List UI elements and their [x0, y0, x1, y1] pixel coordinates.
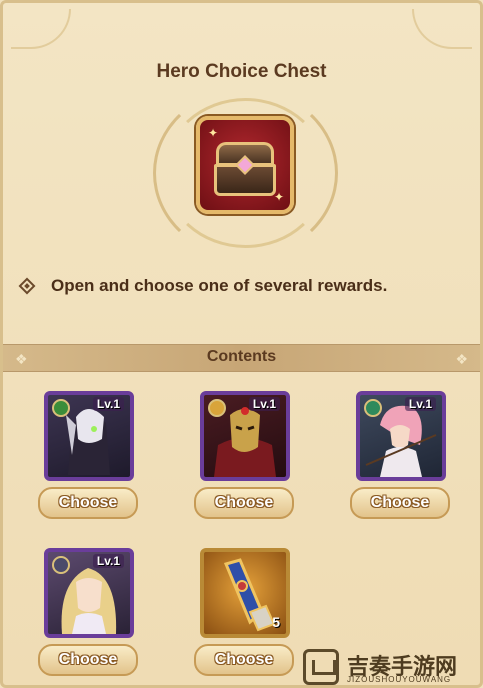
hero-portrait-4[interactable]: Lv.1: [44, 548, 134, 638]
choose-button[interactable]: Choose: [194, 487, 294, 519]
watermark-en: JIZOUSHOUYOUWANG: [347, 675, 452, 684]
level-badge: Lv.1: [92, 554, 124, 568]
level-badge: Lv.1: [404, 397, 436, 411]
hero-portrait-1[interactable]: Lv.1: [44, 391, 134, 481]
dialog-title: Hero Choice Chest: [156, 61, 327, 82]
choose-button[interactable]: Choose: [38, 644, 138, 676]
corner-ornament-right: [412, 9, 472, 49]
corner-ornament-left: [11, 9, 71, 49]
forest-icon: [52, 399, 70, 417]
hero-choice-chest-dialog: Hero Choice Chest ✦ ✦ Open and choose on…: [0, 0, 483, 688]
level-badge: Lv.1: [248, 397, 280, 411]
item-count: 5: [272, 614, 280, 630]
contents-label: Contents: [206, 348, 277, 365]
chest-icon: ✦ ✦: [196, 116, 294, 214]
hero-portrait-2[interactable]: Lv.1: [200, 391, 290, 481]
sun-icon: [208, 399, 226, 417]
equipment-slot[interactable]: 5: [200, 548, 290, 638]
description-row: Open and choose one of several rewards.: [18, 276, 388, 296]
choose-button[interactable]: Choose: [350, 487, 450, 519]
hero-portrait-3[interactable]: Lv.1: [356, 391, 446, 481]
star-icon: [52, 556, 70, 574]
description-text: Open and choose one of several rewards.: [51, 276, 388, 295]
choose-button[interactable]: Choose: [194, 644, 294, 676]
site-watermark: 吉奏手游网 JIZOUSHOUYOUWANG: [303, 645, 480, 685]
level-badge: Lv.1: [92, 397, 124, 411]
choose-button[interactable]: Choose: [38, 487, 138, 519]
diamond-bullet-icon: [18, 277, 36, 295]
leaf-icon: [364, 399, 382, 417]
watermark-logo-icon: [303, 649, 339, 685]
